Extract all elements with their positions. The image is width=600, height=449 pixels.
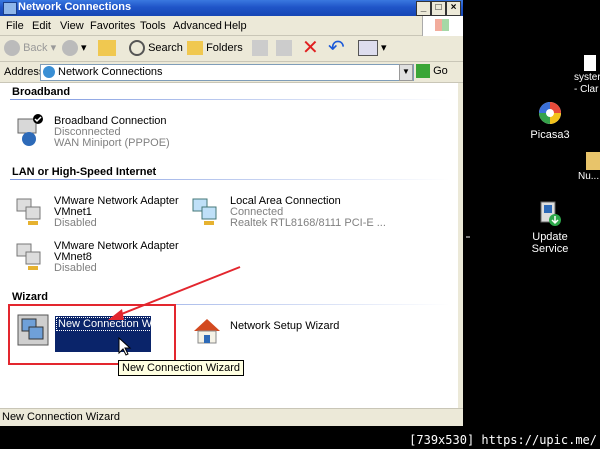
forward-arrow-icon <box>62 40 78 57</box>
undo-icon: ↶ <box>328 37 345 59</box>
delete-button[interactable]: ✕ <box>302 37 319 59</box>
desktop-update-service[interactable]: Update Service <box>528 200 572 255</box>
delete-x-icon: ✕ <box>302 37 319 59</box>
close-button[interactable]: × <box>446 1 461 16</box>
back-button[interactable]: Back ▾ <box>4 39 56 58</box>
menu-file[interactable]: File <box>6 20 24 32</box>
lan-device: Realtek RTL8168/8111 PCI-E ... <box>230 217 386 229</box>
mouse-cursor-icon <box>118 337 132 356</box>
go-button[interactable]: Go <box>416 64 448 78</box>
views-button[interactable]: ▾ <box>358 39 387 58</box>
watermark: [739x530] https://upic.me/ <box>409 433 597 447</box>
address-dropdown-button[interactable]: ▼ <box>399 64 413 81</box>
folders-button[interactable]: Folders <box>187 39 243 58</box>
network-adapter-icon <box>192 198 217 225</box>
move-to-icon <box>252 40 268 57</box>
picasa-icon <box>539 102 561 124</box>
address-label: Address <box>4 66 45 78</box>
vmnet8-status: Disabled <box>54 262 97 274</box>
address-value: Network Connections <box>58 66 163 78</box>
group-lan: LAN or High-Speed Internet <box>12 166 157 178</box>
annotation-arrow <box>108 266 241 320</box>
address-bar: Address Network Connections ▼ Go <box>0 62 463 83</box>
desktop-folder[interactable]: Nu... <box>578 152 600 182</box>
menu-favorites[interactable]: Favorites <box>90 20 135 32</box>
menu-bar: File Edit View Favorites Tools Advanced … <box>0 17 463 36</box>
toolbar: Back ▾ ▾ Search Folders ✕ ↶ ▾ <box>0 36 463 62</box>
network-globe-icon <box>43 66 55 78</box>
menu-advanced[interactable]: Advanced <box>173 20 222 32</box>
window-title: Network Connections <box>18 1 132 13</box>
search-button[interactable]: Search <box>129 39 183 58</box>
menu-edit[interactable]: Edit <box>32 20 51 32</box>
network-adapter-icon <box>16 198 41 225</box>
up-folder-button[interactable] <box>98 39 116 58</box>
desktop-file-system[interactable]: syster - Clar <box>574 55 600 95</box>
vmnet1-connection[interactable]: VMware Network Adapter VMnet1 Disabled <box>14 193 179 233</box>
group-broadband: Broadband <box>12 86 71 98</box>
back-arrow-icon <box>4 40 20 57</box>
move-to-button[interactable] <box>252 39 268 58</box>
folder-icon <box>586 152 600 170</box>
up-folder-icon <box>98 40 116 57</box>
group-divider <box>10 99 450 100</box>
minimize-button[interactable]: _ <box>416 1 431 16</box>
menu-help[interactable]: Help <box>224 20 247 32</box>
title-bar[interactable]: Network Connections _ □ × <box>0 0 463 16</box>
views-icon <box>358 40 378 57</box>
vmnet1-status: Disabled <box>54 217 97 229</box>
windows-logo-icon <box>422 16 463 36</box>
broadband-modem-icon <box>17 114 43 146</box>
explorer-window: Network Connections _ □ × File Edit View… <box>0 0 463 426</box>
copy-to-icon <box>276 40 292 57</box>
address-field[interactable]: Network Connections <box>40 64 414 81</box>
menu-tools[interactable]: Tools <box>140 20 166 32</box>
status-text: New Connection Wizard <box>2 411 120 423</box>
update-service-icon <box>540 201 561 226</box>
file-icon <box>584 55 596 71</box>
copy-to-button[interactable] <box>276 39 292 58</box>
tooltip: New Connection Wizard <box>118 360 244 376</box>
go-arrow-icon <box>416 64 430 78</box>
folders-icon <box>187 41 203 56</box>
local-area-connection[interactable]: Local Area Connection Connected Realtek … <box>190 193 386 233</box>
network-adapter-icon <box>16 243 41 270</box>
undo-button[interactable]: ↶ <box>328 37 345 59</box>
menu-view[interactable]: View <box>60 20 84 32</box>
maximize-button[interactable]: □ <box>431 1 446 16</box>
desktop-picasa[interactable]: Picasa3 <box>528 100 572 141</box>
network-setup-wizard-label: Network Setup Wizard <box>230 320 340 332</box>
network-connections-icon <box>3 2 17 15</box>
scrollbar[interactable] <box>458 83 463 408</box>
desktop-mark <box>466 236 470 238</box>
search-icon <box>129 40 145 57</box>
group-wizard: Wizard <box>12 291 48 303</box>
broadband-connection[interactable]: Broadband Connection Disconnected WAN Mi… <box>14 113 174 153</box>
status-bar: New Connection Wizard <box>0 408 463 426</box>
group-divider <box>10 179 450 180</box>
forward-button[interactable]: ▾ <box>62 39 87 58</box>
broadband-device: WAN Miniport (PPPOE) <box>54 137 170 149</box>
